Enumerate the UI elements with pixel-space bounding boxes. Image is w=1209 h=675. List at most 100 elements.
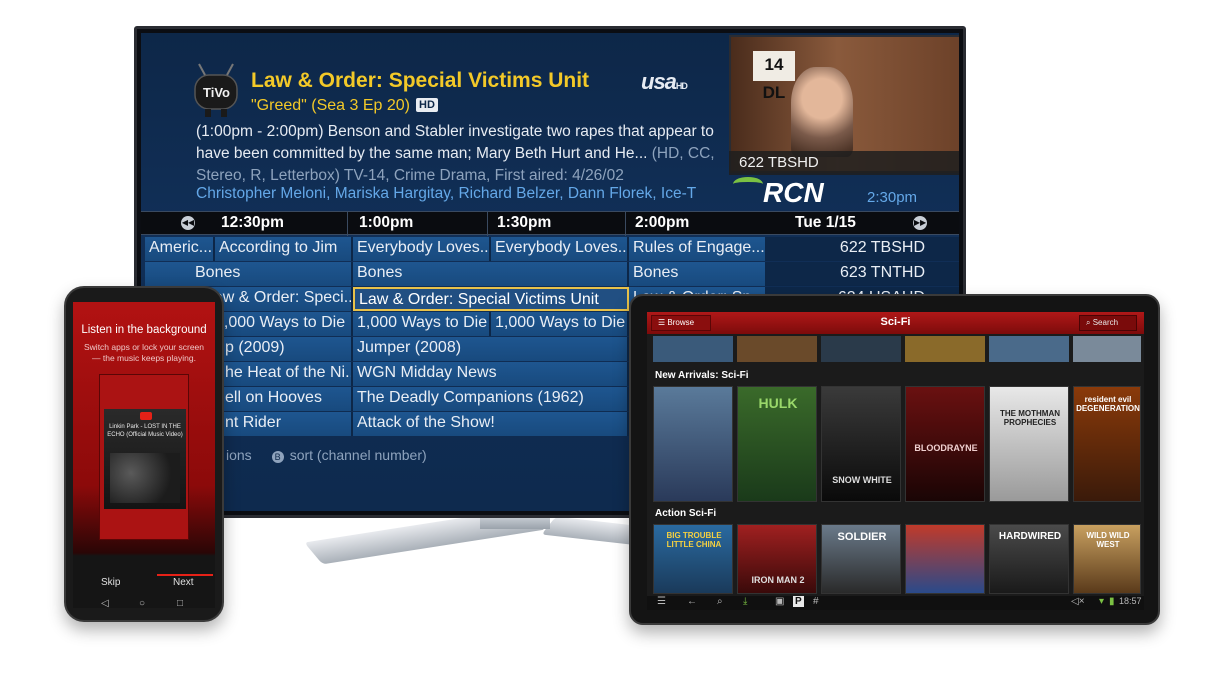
app-icon[interactable]: ▣	[775, 596, 784, 607]
back-icon[interactable]: ←	[687, 596, 697, 607]
volume-icon: ◁×	[1071, 596, 1085, 607]
search-button[interactable]: ⌕ Search	[1079, 315, 1137, 331]
program-cell[interactable]: Jumper (2008)	[353, 337, 629, 361]
poster[interactable]: resident evil DEGENERATION	[1073, 386, 1141, 502]
poster[interactable]	[737, 336, 817, 362]
program-cell[interactable]: WGN Midday News	[353, 362, 629, 386]
pip-sign: 14 DL	[753, 51, 795, 102]
poster[interactable]: BIG TROUBLE LITTLE CHINA	[653, 524, 733, 594]
poster[interactable]	[905, 524, 985, 594]
battery-icon: ▮	[1109, 596, 1115, 607]
time-divider	[347, 212, 348, 236]
poster[interactable]	[905, 336, 985, 362]
phone-title: Listen in the background	[81, 324, 207, 336]
poster[interactable]: SNOW WHITE	[821, 386, 901, 502]
tablet-system-bar: ☰ ← ⌕ ⤓ ▣ P # ◁× ▾ ▮ 18:57	[647, 596, 1144, 610]
program-cell[interactable]: The Deadly Companions (1962)	[353, 387, 629, 411]
phone-screen: Listen in the background Switch apps or …	[73, 302, 215, 608]
poster[interactable]: SOLDIER	[821, 524, 901, 594]
poster[interactable]: HARDWIRED	[989, 524, 1069, 594]
wifi-icon: ▾	[1099, 596, 1105, 607]
program-cell-selected[interactable]: Law & Order: Special Victims Unit	[353, 287, 629, 311]
section-heading: Action Sci-Fi	[655, 508, 717, 519]
category-title: Sci-Fi	[880, 316, 911, 328]
fast-forward-icon[interactable]: ▶▶	[913, 216, 927, 230]
home-icon[interactable]: ○	[139, 598, 145, 608]
browse-button[interactable]: ☰ Browse	[651, 315, 711, 331]
poster[interactable]: IRON MAN 2	[737, 524, 817, 594]
video-title: Linkin Park - LOST IN THE ECHO (Official…	[107, 424, 183, 438]
poster[interactable]: BLOODRAYNE	[905, 386, 985, 502]
time-slot-4: 2:00pm	[635, 214, 690, 231]
program-cell[interactable]: According to Jim	[215, 237, 353, 261]
program-cell[interactable]: Attack of the Show!	[353, 412, 629, 436]
list-icon[interactable]: ☰	[657, 596, 666, 607]
b-button-icon: B	[271, 451, 284, 463]
system-nav-bar: ◁ ○ □	[73, 598, 215, 608]
progress-indicator	[157, 574, 213, 576]
time-divider	[625, 212, 626, 236]
time-slot-1: 12:30pm	[221, 214, 284, 231]
poster[interactable]: WILD WILD WEST	[1073, 524, 1141, 594]
time-slot-2: 1:00pm	[359, 214, 414, 231]
show-title: Law & Order: Special Victims Unit	[251, 69, 590, 92]
program-cell[interactable]: Rules of Engage...	[629, 237, 767, 261]
channel-label: 622 TBSHD	[767, 237, 959, 261]
recent-apps-icon[interactable]: □	[177, 598, 183, 608]
clock: 18:57	[1119, 596, 1142, 606]
skip-button[interactable]: Skip	[101, 577, 120, 588]
menu-icon: ☰	[658, 318, 668, 327]
p-app-icon[interactable]: P	[793, 596, 804, 607]
program-description: (1:00pm - 2:00pm) Benson and Stabler inv…	[196, 123, 715, 184]
program-cell[interactable]: Bones	[353, 262, 629, 286]
guide-date: Tue 1/15	[795, 214, 856, 231]
pip-channel-caption: 622 TBSHD	[729, 151, 959, 175]
current-time: 2:30pm	[867, 189, 918, 206]
hd-badge: HD	[416, 98, 438, 112]
cast-list: Christopher Meloni, Mariska Hargitay, Ri…	[196, 185, 697, 202]
network-logo: usaHD	[641, 69, 688, 94]
time-divider	[487, 212, 488, 236]
grid-row: Bones Bones Bones 623 TNTHD	[141, 262, 959, 286]
poster[interactable]	[653, 336, 733, 362]
phone-subtitle: Switch apps or lock your screen — the mu…	[84, 342, 204, 363]
program-cell[interactable]: Bones	[145, 262, 353, 286]
program-cell[interactable]: Americ...	[145, 237, 215, 261]
program-cell[interactable]: 1,000 Ways to Die	[491, 312, 629, 336]
poster[interactable]	[653, 386, 733, 502]
onboarding-nav: Skip Next	[73, 574, 215, 595]
episode-info: "Greed" (Sea 3 Ep 20) HD	[251, 97, 438, 115]
poster[interactable]: THE MOTHMAN PROPHECIES	[989, 386, 1069, 502]
program-cell[interactable]: Everybody Loves...	[491, 237, 629, 261]
video-thumbnail	[110, 453, 180, 503]
program-cell[interactable]: Bones	[629, 262, 767, 286]
next-button[interactable]: Next	[173, 577, 194, 588]
poster[interactable]: HULK	[737, 386, 817, 502]
tablet: Sci-Fi ☰ Browse ⌕ Search New Arrivals: S…	[629, 294, 1160, 625]
grid-row: Americ... According to Jim Everybody Lov…	[141, 237, 959, 261]
rewind-icon[interactable]: ◀◀	[181, 216, 195, 230]
smartphone: Listen in the background Switch apps or …	[64, 286, 224, 622]
tivo-logo-icon: TiVo	[194, 63, 238, 117]
section-heading: New Arrivals: Sci-Fi	[655, 370, 749, 381]
program-cell[interactable]: 1,000 Ways to Die	[353, 312, 491, 336]
poster-strip-top	[653, 336, 1141, 362]
program-cell[interactable]: Everybody Loves...	[353, 237, 491, 261]
pip-person	[791, 67, 853, 157]
search-icon[interactable]: ⌕	[717, 596, 723, 607]
provider-logo: RCN	[763, 177, 824, 208]
download-icon[interactable]: ⤓	[743, 596, 747, 607]
time-slot-3: 1:30pm	[497, 214, 552, 231]
hash-icon[interactable]: #	[813, 596, 819, 607]
time-bar: ◀◀ 12:30pm 1:00pm 1:30pm 2:00pm Tue 1/15…	[141, 211, 959, 236]
poster[interactable]	[989, 336, 1069, 362]
search-icon: ⌕	[1086, 318, 1093, 327]
video-card[interactable]: Linkin Park - LOST IN THE ECHO (Official…	[104, 409, 186, 509]
tablet-screen: Sci-Fi ☰ Browse ⌕ Search New Arrivals: S…	[647, 312, 1144, 610]
poster[interactable]	[1073, 336, 1141, 362]
app-header: Sci-Fi ☰ Browse ⌕ Search	[647, 312, 1144, 334]
back-icon[interactable]: ◁	[101, 598, 109, 608]
poster[interactable]	[821, 336, 901, 362]
channel-label: 623 TNTHD	[767, 262, 959, 286]
phone-inner-screen: Linkin Park - LOST IN THE ECHO (Official…	[99, 374, 189, 540]
